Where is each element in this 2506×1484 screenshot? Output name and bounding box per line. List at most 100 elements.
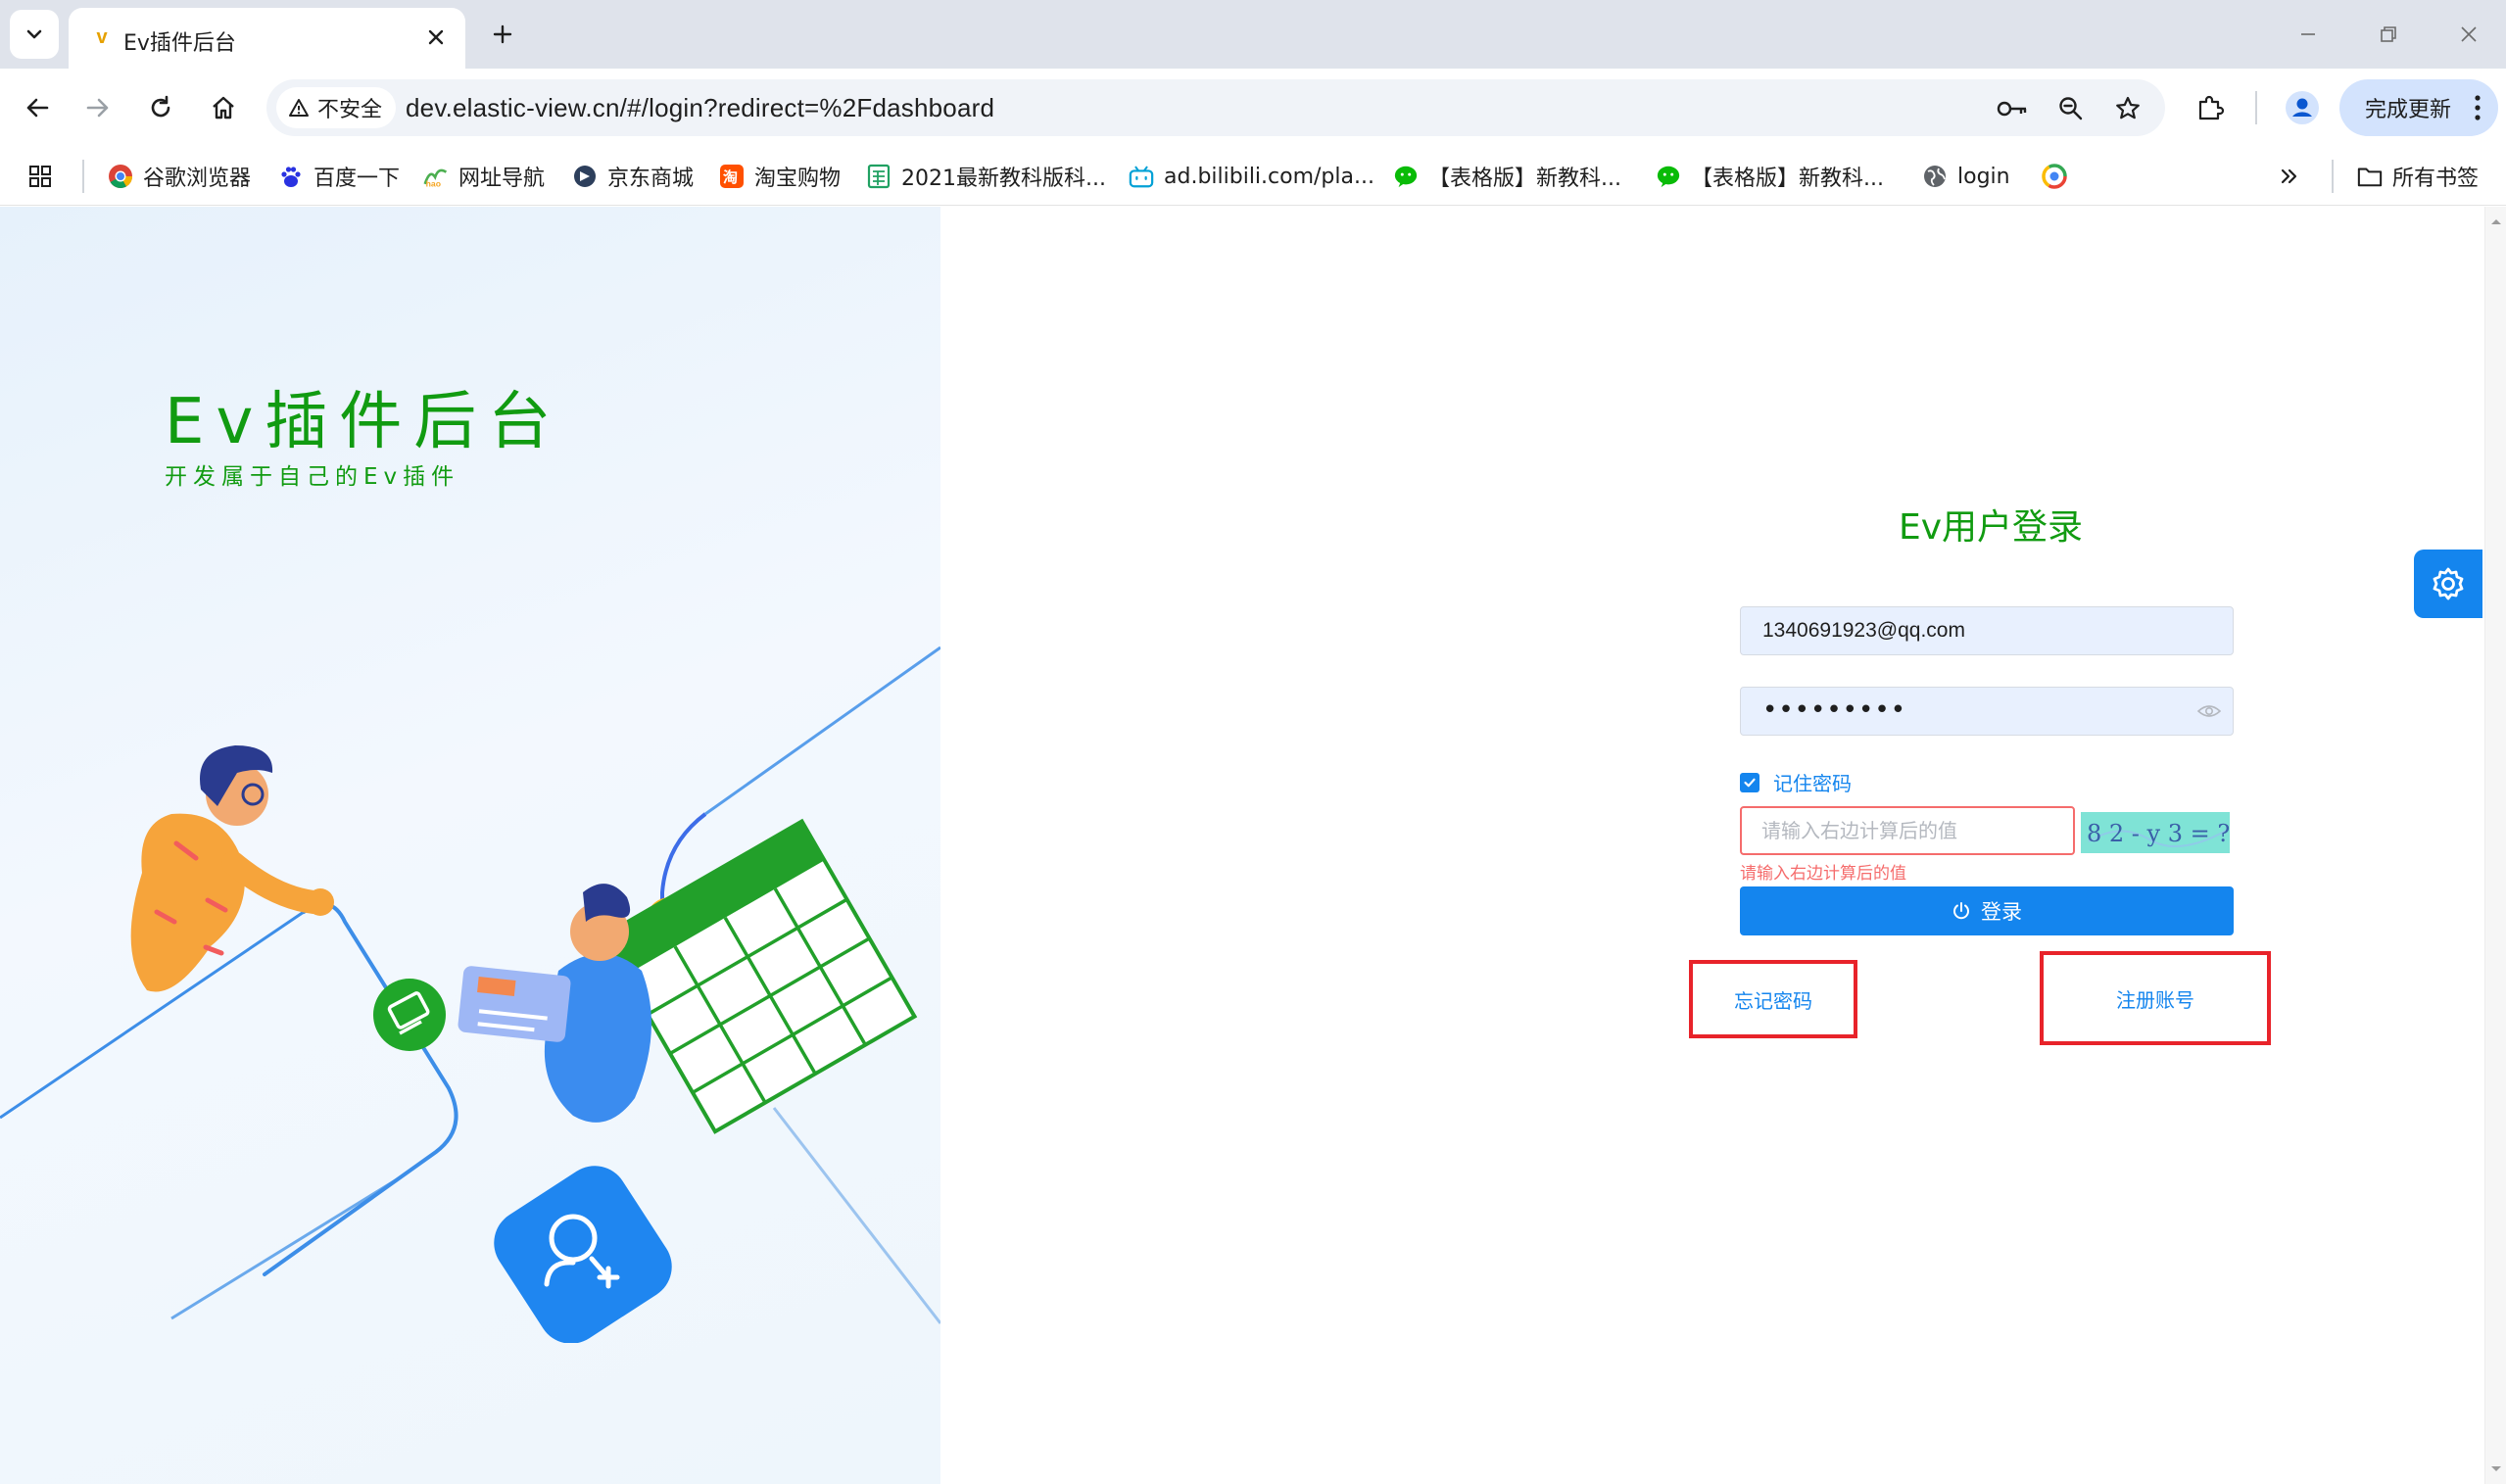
- chevron-down-icon: [26, 29, 42, 39]
- all-bookmarks-label: 所有书签: [2392, 167, 2480, 191]
- login-button-label: 登录: [1981, 900, 2022, 924]
- bookmark-wechat-1[interactable]: 【表格版】新教科...: [1393, 157, 1621, 196]
- tab-search-button[interactable]: [10, 10, 59, 59]
- home-icon: [213, 96, 234, 120]
- bookmark-label: 京东商城: [607, 167, 695, 191]
- forward-button[interactable]: [76, 86, 120, 129]
- complete-update-button[interactable]: 完成更新: [2339, 79, 2498, 136]
- more-vertical-icon: [2475, 95, 2481, 120]
- bookmark-star-button[interactable]: [2108, 89, 2147, 128]
- taobao-icon: 淘: [719, 164, 745, 189]
- settings-button[interactable]: [2414, 550, 2482, 618]
- home-button[interactable]: [202, 86, 245, 129]
- address-bar[interactable]: 不安全 dev.elastic-view.cn/#/login?redirect…: [266, 79, 2165, 136]
- bookmark-baidu[interactable]: 百度一下: [278, 157, 400, 196]
- hero-illustration: [0, 646, 940, 1343]
- wechat-icon: [1393, 164, 1419, 189]
- bookmark-jd[interactable]: 京东商城: [572, 157, 694, 196]
- toolbar-separator: [2255, 91, 2257, 124]
- username-value: 1340691923@qq.com: [1762, 619, 1965, 642]
- svg-text:hao: hao: [426, 178, 441, 188]
- jd-icon: [572, 164, 598, 189]
- apps-button[interactable]: [27, 157, 53, 196]
- all-bookmarks-button[interactable]: 所有书签: [2357, 157, 2479, 196]
- bookmark-doc[interactable]: 2021最新教科版科...: [866, 157, 1106, 196]
- power-icon: [1953, 902, 1969, 920]
- minimize-button[interactable]: [2279, 14, 2337, 55]
- login-button[interactable]: 登录: [1740, 886, 2234, 935]
- double-chevron-right-icon: [2281, 168, 2297, 184]
- captcha-image[interactable]: 8 2 - y 3 = ?: [2081, 812, 2230, 853]
- bookmark-wechat-2[interactable]: 【表格版】新教科...: [1656, 157, 1884, 196]
- bookmarks-separator: [2332, 160, 2334, 193]
- hero-panel: Ev插件后台 开发属于自己的Ev插件: [0, 207, 940, 1484]
- bilibili-icon: [1129, 164, 1154, 189]
- register-link[interactable]: 注册账号: [2040, 951, 2271, 1045]
- chrome-icon: [108, 164, 133, 189]
- forgot-password-label: 忘记密码: [1734, 988, 1812, 1013]
- bookmark-taobao[interactable]: 淘 淘宝购物: [719, 157, 841, 196]
- password-value: •••••••••: [1762, 695, 1907, 725]
- browser-tab-active[interactable]: v Ev插件后台: [69, 8, 465, 69]
- password-key-button[interactable]: [1993, 89, 2032, 128]
- star-icon: [2116, 96, 2140, 120]
- profile-button[interactable]: [2281, 86, 2324, 129]
- zoom-icon: [2059, 97, 2083, 120]
- remember-label: 记住密码: [1773, 772, 1852, 795]
- bookmark-login[interactable]: login: [1922, 157, 2010, 196]
- zoom-button[interactable]: [2051, 89, 2091, 128]
- bookmark-hao[interactable]: hao 网址导航: [423, 157, 545, 196]
- globe-icon: [1922, 164, 1948, 189]
- wechat-icon: [1656, 164, 1681, 189]
- ev-favicon-icon: v: [96, 26, 108, 48]
- bookmark-label: 网址导航: [458, 167, 546, 191]
- remember-checkbox[interactable]: [1740, 772, 1759, 792]
- bookmark-bilibili[interactable]: ad.bilibili.com/pla...: [1129, 157, 1374, 196]
- new-tab-button[interactable]: [482, 14, 523, 55]
- apps-grid-icon: [29, 166, 51, 187]
- password-field[interactable]: •••••••••: [1740, 687, 2234, 736]
- extensions-button[interactable]: [2189, 86, 2232, 129]
- username-field[interactable]: 1340691923@qq.com: [1740, 606, 2234, 655]
- bookmark-label: 【表格版】新教科...: [1691, 167, 1884, 191]
- arrow-right-icon: [86, 98, 109, 118]
- tab-close-button[interactable]: [420, 22, 452, 53]
- forgot-password-link[interactable]: 忘记密码: [1689, 960, 1857, 1038]
- plus-icon: [493, 24, 512, 44]
- captcha-image-text: 8 2 - y 3 = ?: [2087, 820, 2230, 847]
- bookmark-label: 淘宝购物: [754, 167, 842, 191]
- bookmark-label: login: [1957, 164, 2010, 189]
- close-window-button[interactable]: [2439, 14, 2498, 55]
- hao-icon: hao: [423, 164, 449, 189]
- spreadsheet-graphic: [600, 818, 918, 1134]
- person-yellow-illustration: [130, 745, 334, 992]
- arrow-left-icon: [26, 98, 49, 118]
- puzzle-icon: [2198, 95, 2225, 120]
- page-viewport: Ev插件后台 开发属于自己的Ev插件 Ev用户登录 1340691923@qq.…: [0, 207, 2506, 1484]
- svg-text:淘: 淘: [722, 168, 738, 186]
- restore-button[interactable]: [2359, 14, 2418, 55]
- url-text[interactable]: dev.elastic-view.cn/#/login?redirect=%2F…: [406, 93, 994, 123]
- bookmarks-overflow-button[interactable]: [2279, 157, 2300, 196]
- bookmark-chrome[interactable]: 谷歌浏览器: [108, 157, 251, 196]
- bookmark-label: 谷歌浏览器: [143, 167, 252, 191]
- captcha-input[interactable]: [1742, 808, 2073, 853]
- browser-toolbar: 不安全 dev.elastic-view.cn/#/login?redirect…: [0, 69, 2506, 147]
- folder-icon: [2357, 164, 2383, 189]
- bookmarks-separator: [82, 160, 84, 193]
- page-scrollbar[interactable]: [2484, 207, 2506, 1484]
- restore-icon: [2381, 26, 2396, 42]
- chrome-flower-icon: [2042, 164, 2067, 189]
- remember-password[interactable]: 记住密码: [1740, 768, 1852, 796]
- not-secure-chip[interactable]: 不安全: [276, 87, 397, 128]
- bookmark-chrome-flower[interactable]: [2042, 157, 2067, 196]
- scroll-down-icon: [2491, 1466, 2501, 1471]
- reload-button[interactable]: [139, 86, 182, 129]
- captcha-error-message: 请输入右边计算后的值: [1740, 864, 1906, 884]
- tab-title: Ev插件后台: [123, 31, 236, 56]
- tab-strip: v Ev插件后台: [0, 0, 2506, 69]
- eye-icon[interactable]: [2197, 701, 2221, 721]
- captcha-field[interactable]: [1740, 806, 2075, 855]
- back-button[interactable]: [16, 86, 59, 129]
- bookmark-label: 2021最新教科版科...: [901, 167, 1106, 191]
